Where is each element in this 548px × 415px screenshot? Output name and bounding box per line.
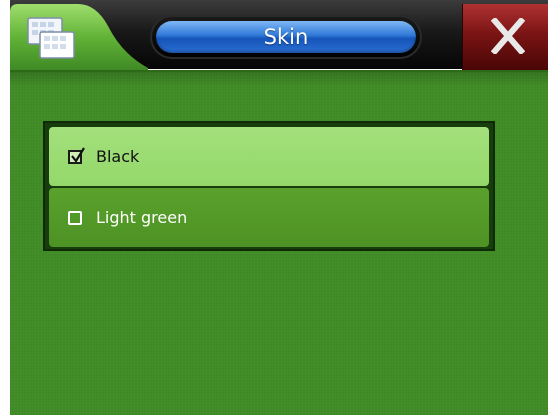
home-grid-icon <box>24 14 80 64</box>
close-x-icon <box>491 18 525 54</box>
unchecked-checkbox-icon[interactable] <box>68 210 82 225</box>
checked-checkbox-icon[interactable] <box>68 146 85 164</box>
title-pill-inner: Skin <box>156 21 416 53</box>
skin-options-list: Black Light green <box>43 121 495 251</box>
skin-option-light-green[interactable]: Light green <box>49 188 489 247</box>
skin-option-black[interactable]: Black <box>49 127 489 186</box>
skin-settings-screen: Skin Black Light green <box>0 0 548 415</box>
skin-option-label: Light green <box>96 208 188 227</box>
home-button[interactable] <box>10 4 148 70</box>
skin-option-label: Black <box>96 147 140 166</box>
close-button[interactable] <box>462 4 548 70</box>
title-pill: Skin <box>150 15 422 59</box>
panel-shade <box>10 72 548 86</box>
window-title: Skin <box>263 25 309 49</box>
